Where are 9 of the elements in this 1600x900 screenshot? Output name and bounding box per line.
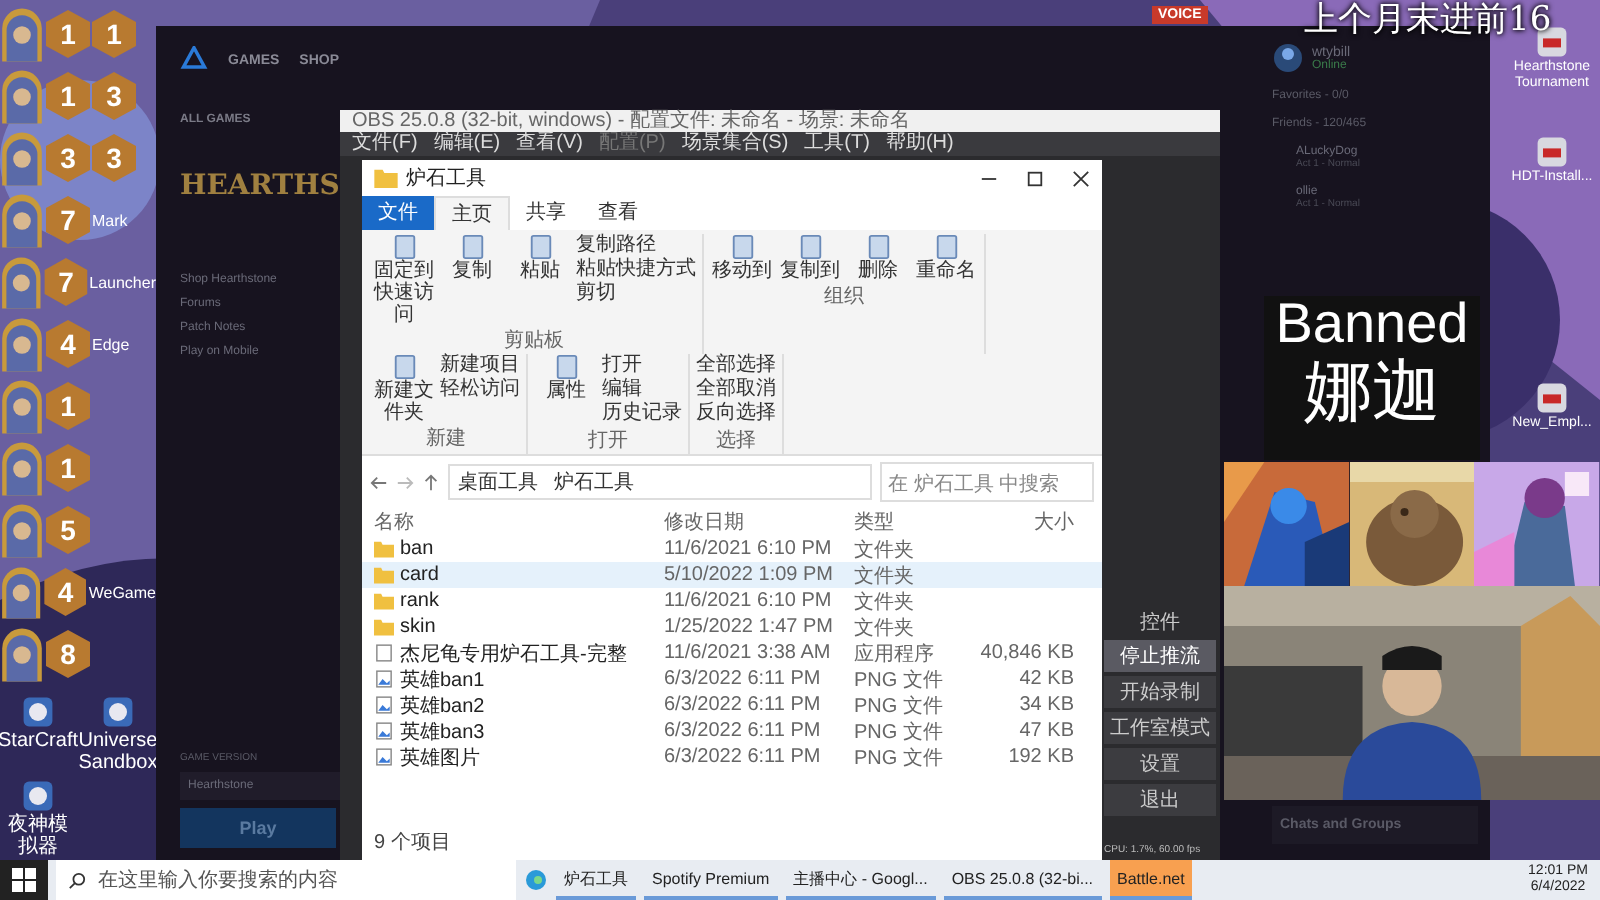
edge-browser-icon[interactable] bbox=[524, 868, 548, 892]
windows-logo-icon[interactable] bbox=[0, 860, 48, 900]
taskbar-app[interactable]: 主播中心 - Googl... bbox=[785, 860, 936, 900]
taskbar-app[interactable]: 炉石工具 bbox=[556, 860, 636, 900]
taskbar-app[interactable]: OBS 25.0.8 (32-bi... bbox=[943, 860, 1102, 900]
search-bar[interactable]: 在这里输入你要搜索的内容 bbox=[56, 860, 516, 900]
taskbar-app[interactable]: Battle.net bbox=[1109, 860, 1193, 900]
taskbar-app[interactable]: Spotify Premium bbox=[644, 860, 778, 900]
search-icon bbox=[68, 871, 86, 889]
